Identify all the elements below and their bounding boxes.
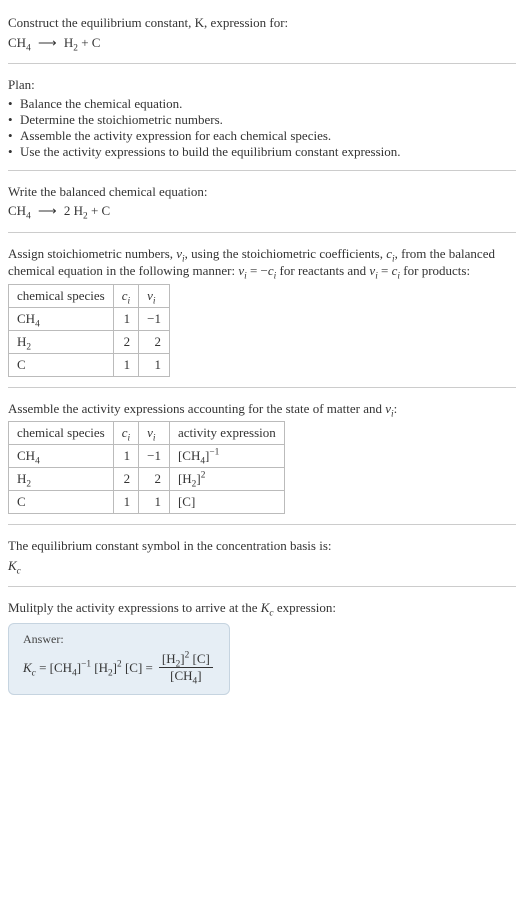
cell-ci: 1	[113, 307, 138, 330]
plan-section: Plan: •Balance the chemical equation. •D…	[8, 68, 516, 166]
cell-ci: 1	[113, 445, 138, 468]
col-ci: ci	[113, 284, 138, 307]
cell-ci: 1	[113, 491, 138, 514]
symbol-section: The equilibrium constant symbol in the c…	[8, 529, 516, 582]
answer-label: Answer:	[23, 632, 215, 647]
cell-species: C	[9, 491, 114, 514]
cell-vi: 1	[139, 353, 170, 376]
cell-vi: 2	[139, 330, 170, 353]
plan-item-text: Determine the stoichiometric numbers.	[20, 112, 223, 128]
unbalanced-equation: CH4 ⟶ H2 + C	[8, 34, 516, 52]
prompt-text: Construct the equilibrium constant, K, e…	[8, 14, 516, 32]
plan-item: •Balance the chemical equation.	[8, 96, 516, 112]
symbol-value: Kc	[8, 557, 516, 575]
answer-box: Answer: Kc = [CH4]−1 [H2]2 [C] = [H2]2 […	[8, 623, 230, 695]
activity-section: Assemble the activity expressions accoun…	[8, 392, 516, 521]
prompt-section: Construct the equilibrium constant, K, e…	[8, 6, 516, 59]
fraction-numerator: [H2]2 [C]	[159, 651, 213, 668]
cell-vi: 2	[139, 468, 170, 491]
col-activity: activity expression	[169, 422, 284, 445]
plan-item: •Determine the stoichiometric numbers.	[8, 112, 516, 128]
cell-activity: [C]	[169, 491, 284, 514]
fraction: [H2]2 [C] [CH4]	[159, 651, 213, 684]
col-species: chemical species	[9, 422, 114, 445]
final-intro: Mulitply the activity expressions to arr…	[8, 599, 516, 617]
cell-activity: [CH4]−1	[169, 445, 284, 468]
bullet-icon: •	[8, 128, 20, 144]
cell-species: H2	[9, 468, 114, 491]
plan-item-text: Use the activity expressions to build th…	[20, 144, 401, 160]
plan-item: •Use the activity expressions to build t…	[8, 144, 516, 160]
cell-vi: −1	[139, 307, 170, 330]
plan-title: Plan:	[8, 76, 516, 94]
cell-vi: 1	[139, 491, 170, 514]
cell-vi: −1	[139, 445, 170, 468]
activity-intro: Assemble the activity expressions accoun…	[8, 400, 516, 418]
section-divider	[8, 63, 516, 64]
cell-ci: 2	[113, 468, 138, 491]
final-section: Mulitply the activity expressions to arr…	[8, 591, 516, 701]
col-vi: νi	[139, 284, 170, 307]
table-row: C 1 1 [C]	[9, 491, 285, 514]
kc-expression: Kc = [CH4]−1 [H2]2 [C] = [H2]2 [C] [CH4]	[23, 651, 215, 684]
plan-item-text: Assemble the activity expression for eac…	[20, 128, 331, 144]
col-ci: ci	[113, 422, 138, 445]
cell-ci: 2	[113, 330, 138, 353]
fraction-denominator: [CH4]	[159, 668, 213, 684]
balanced-intro: Write the balanced chemical equation:	[8, 183, 516, 201]
col-vi: νi	[139, 422, 170, 445]
cell-activity: [H2]2	[169, 468, 284, 491]
cell-species: C	[9, 353, 114, 376]
balanced-equation: CH4 ⟶ 2 H2 + C	[8, 202, 516, 220]
stoich-intro: Assign stoichiometric numbers, νi, using…	[8, 245, 516, 280]
section-divider	[8, 387, 516, 388]
cell-species: CH4	[9, 445, 114, 468]
section-divider	[8, 524, 516, 525]
bullet-icon: •	[8, 144, 20, 160]
table-header-row: chemical species ci νi	[9, 284, 170, 307]
activity-table: chemical species ci νi activity expressi…	[8, 421, 285, 514]
kc-lhs: Kc = [CH4]−1 [H2]2 [C] =	[23, 660, 153, 676]
section-divider	[8, 170, 516, 171]
cell-ci: 1	[113, 353, 138, 376]
table-row: CH4 1 −1 [CH4]−1	[9, 445, 285, 468]
balanced-section: Write the balanced chemical equation: CH…	[8, 175, 516, 228]
table-header-row: chemical species ci νi activity expressi…	[9, 422, 285, 445]
table-row: C 1 1	[9, 353, 170, 376]
cell-species: H2	[9, 330, 114, 353]
stoich-table: chemical species ci νi CH4 1 −1 H2 2 2 C…	[8, 284, 170, 377]
section-divider	[8, 586, 516, 587]
bullet-icon: •	[8, 112, 20, 128]
col-species: chemical species	[9, 284, 114, 307]
table-row: CH4 1 −1	[9, 307, 170, 330]
plan-item-text: Balance the chemical equation.	[20, 96, 182, 112]
stoich-section: Assign stoichiometric numbers, νi, using…	[8, 237, 516, 383]
symbol-intro: The equilibrium constant symbol in the c…	[8, 537, 516, 555]
cell-species: CH4	[9, 307, 114, 330]
table-row: H2 2 2 [H2]2	[9, 468, 285, 491]
section-divider	[8, 232, 516, 233]
plan-item: •Assemble the activity expression for ea…	[8, 128, 516, 144]
table-row: H2 2 2	[9, 330, 170, 353]
bullet-icon: •	[8, 96, 20, 112]
